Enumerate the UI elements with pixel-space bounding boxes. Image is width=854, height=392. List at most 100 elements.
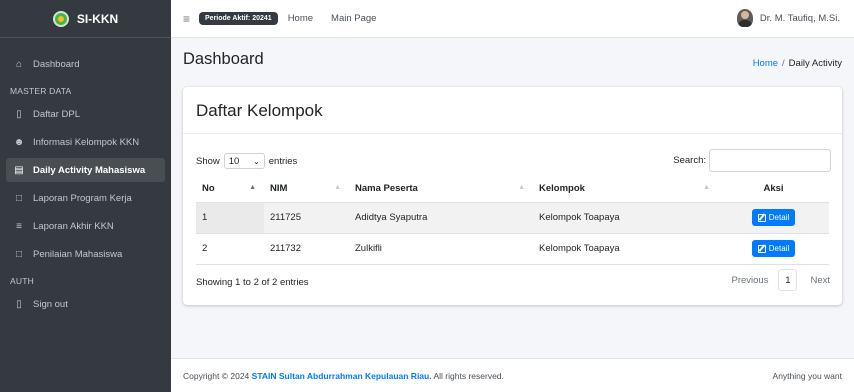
brand-logo-icon	[52, 10, 69, 27]
copyright-prefix: Copyright © 2024	[183, 370, 250, 381]
sidebar-item-label: Laporan Akhir KKN	[33, 220, 114, 232]
column-header-nim[interactable]: NIM ▲	[264, 175, 349, 203]
sidebar-nav: ⌂ Dashboard MASTER DATA ▯ Daftar DPL ☻ I…	[0, 38, 171, 316]
pagination-page-1[interactable]: 1	[778, 269, 798, 291]
detail-button[interactable]: Detail	[751, 240, 796, 257]
cell-aksi: Detail	[718, 202, 829, 234]
show-label: Show	[196, 155, 220, 167]
sort-icon: ▲	[518, 184, 525, 191]
user-menu[interactable]: Dr. M. Taufiq, M.Si.	[736, 9, 840, 27]
calendar-icon: ▤	[14, 164, 24, 176]
sidebar-item-daily-activity[interactable]: ▤ Daily Activity Mahasiswa	[6, 158, 165, 182]
kelompok-card: Daftar Kelompok Show 10 ⌄ entries Search…	[183, 87, 842, 305]
cell-no: 1	[196, 202, 264, 234]
brand[interactable]: SI-KKN	[0, 0, 171, 38]
column-header-no[interactable]: No ▲	[196, 175, 264, 203]
entries-select-value: 10	[228, 155, 240, 167]
footer: Copyright © 2024 STAIN Sultan Abdurrahma…	[171, 358, 854, 392]
sidebar-item-label: Dashboard	[33, 58, 80, 70]
pagination-next[interactable]: Next	[797, 275, 830, 286]
column-header-aksi: Aksi	[718, 175, 829, 203]
kelompok-table: No ▲ NIM ▲ Nama Peserta ▲ Kelompok ▲ Aks…	[196, 175, 829, 265]
column-header-label: No	[202, 182, 215, 194]
cell-nama: Adidtya Syaputra	[349, 202, 533, 234]
sidebar-item-label: Laporan Program Kerja	[33, 192, 132, 204]
sidebar-item-dashboard[interactable]: ⌂ Dashboard	[6, 52, 165, 76]
detail-button-label: Detail	[768, 213, 790, 222]
cell-kelompok: Kelompok Toapaya	[533, 202, 718, 234]
sidebar-header-master-data: MASTER DATA	[10, 86, 72, 96]
cell-nim: 211725	[264, 202, 349, 234]
breadcrumb-separator: /	[782, 58, 785, 69]
breadcrumb: Home / Daily Activity	[753, 58, 842, 69]
page-title: Dashboard	[183, 50, 264, 68]
rights-text: All rights reserved.	[433, 370, 504, 381]
chevron-down-icon: ⌄	[253, 156, 260, 166]
nav-link-main-page[interactable]: Main Page	[331, 13, 376, 24]
sidebar-item-label: Sign out	[33, 298, 68, 310]
pagination-previous[interactable]: Previous	[721, 275, 778, 286]
card-title: Daftar Kelompok	[196, 101, 323, 120]
breadcrumb-current: Daily Activity	[788, 58, 842, 69]
pagination: Previous 1 Next	[721, 269, 830, 291]
home-icon: ⌂	[15, 58, 23, 70]
top-navbar: ≡ Periode Aktif: 20241 Home Main Page Dr…	[171, 0, 854, 38]
user-name: Dr. M. Taufiq, M.Si.	[759, 12, 840, 24]
sort-icon: ▲	[703, 184, 710, 191]
sidebar-item-laporan-program-kerja[interactable]: □ Laporan Program Kerja	[6, 186, 165, 210]
sort-icon: ▲	[249, 184, 256, 191]
column-header-label: Aksi	[763, 182, 784, 194]
column-header-nama[interactable]: Nama Peserta ▲	[349, 175, 533, 203]
table-info: Showing 1 to 2 of 2 entries	[196, 277, 309, 288]
sidebar-item-sign-out[interactable]: ▯ Sign out	[6, 292, 165, 316]
brand-name: SI-KKN	[76, 11, 119, 26]
cell-no: 2	[196, 233, 264, 265]
search-label: Search:	[673, 155, 706, 166]
content-header: Dashboard Home / Daily Activity	[183, 50, 842, 74]
sidebar-item-laporan-akhir[interactable]: ≡ Laporan Akhir KKN	[6, 214, 165, 238]
sidebar: SI-KKN ⌂ Dashboard MASTER DATA ▯ Daftar …	[0, 0, 171, 392]
file-icon: □	[15, 192, 23, 204]
avatar	[736, 9, 753, 27]
edit-icon	[757, 244, 766, 253]
footer-right-text: Anything you want	[772, 370, 842, 381]
hamburger-menu-icon[interactable]: ≡	[183, 12, 190, 26]
users-icon: ☻	[13, 136, 25, 148]
card-divider	[183, 133, 842, 134]
detail-button-label: Detail	[768, 244, 790, 253]
institution-link[interactable]: STAIN Sultan Abdurrahman Kepulauan Riau.	[252, 371, 432, 381]
column-header-kelompok[interactable]: Kelompok ▲	[533, 175, 718, 203]
periode-badge: Periode Aktif: 20241	[199, 12, 278, 25]
entries-length-control: Show 10 ⌄ entries	[196, 153, 297, 169]
entries-select[interactable]: 10 ⌄	[223, 153, 265, 169]
file-alt-icon: □	[15, 248, 23, 260]
cell-kelompok: Kelompok Toapaya	[533, 233, 718, 265]
footer-copyright: Copyright © 2024 STAIN Sultan Abdurrahma…	[183, 371, 504, 381]
sidebar-item-label: Penilaian Mahasiswa	[33, 248, 123, 260]
column-header-label: Nama Peserta	[355, 182, 418, 194]
table-row: 2 211732 Zulkifli Kelompok Toapaya Detai…	[196, 233, 829, 265]
search-input[interactable]	[709, 149, 831, 172]
tasks-icon: ≡	[16, 220, 22, 232]
sidebar-item-penilaian[interactable]: □ Penilaian Mahasiswa	[6, 242, 165, 266]
sidebar-header-auth: AUTH	[10, 276, 34, 286]
cell-aksi: Detail	[718, 233, 829, 265]
entries-label: entries	[268, 155, 298, 167]
table-row: 1 211725 Adidtya Syaputra Kelompok Toapa…	[196, 202, 829, 234]
sidebar-item-label: Informasi Kelompok KKN	[33, 136, 140, 148]
sidebar-item-informasi-kelompok[interactable]: ☻ Informasi Kelompok KKN	[6, 130, 165, 154]
edit-icon	[757, 213, 766, 222]
sort-icon: ▲	[334, 184, 341, 191]
cell-nim: 211732	[264, 233, 349, 265]
nav-link-home[interactable]: Home	[288, 13, 313, 24]
column-header-label: NIM	[270, 182, 288, 194]
sign-out-icon: ▯	[16, 298, 22, 310]
sidebar-item-label: Daftar DPL	[33, 108, 80, 120]
breadcrumb-home-link[interactable]: Home	[753, 58, 778, 69]
sidebar-item-label: Daily Activity Mahasiswa	[33, 164, 146, 176]
column-header-label: Kelompok	[539, 182, 585, 194]
table-header-row: No ▲ NIM ▲ Nama Peserta ▲ Kelompok ▲ Aks…	[196, 175, 829, 203]
detail-button[interactable]: Detail	[751, 209, 796, 226]
sidebar-item-daftar-dpl[interactable]: ▯ Daftar DPL	[6, 102, 165, 126]
search-control: Search:	[673, 149, 831, 172]
